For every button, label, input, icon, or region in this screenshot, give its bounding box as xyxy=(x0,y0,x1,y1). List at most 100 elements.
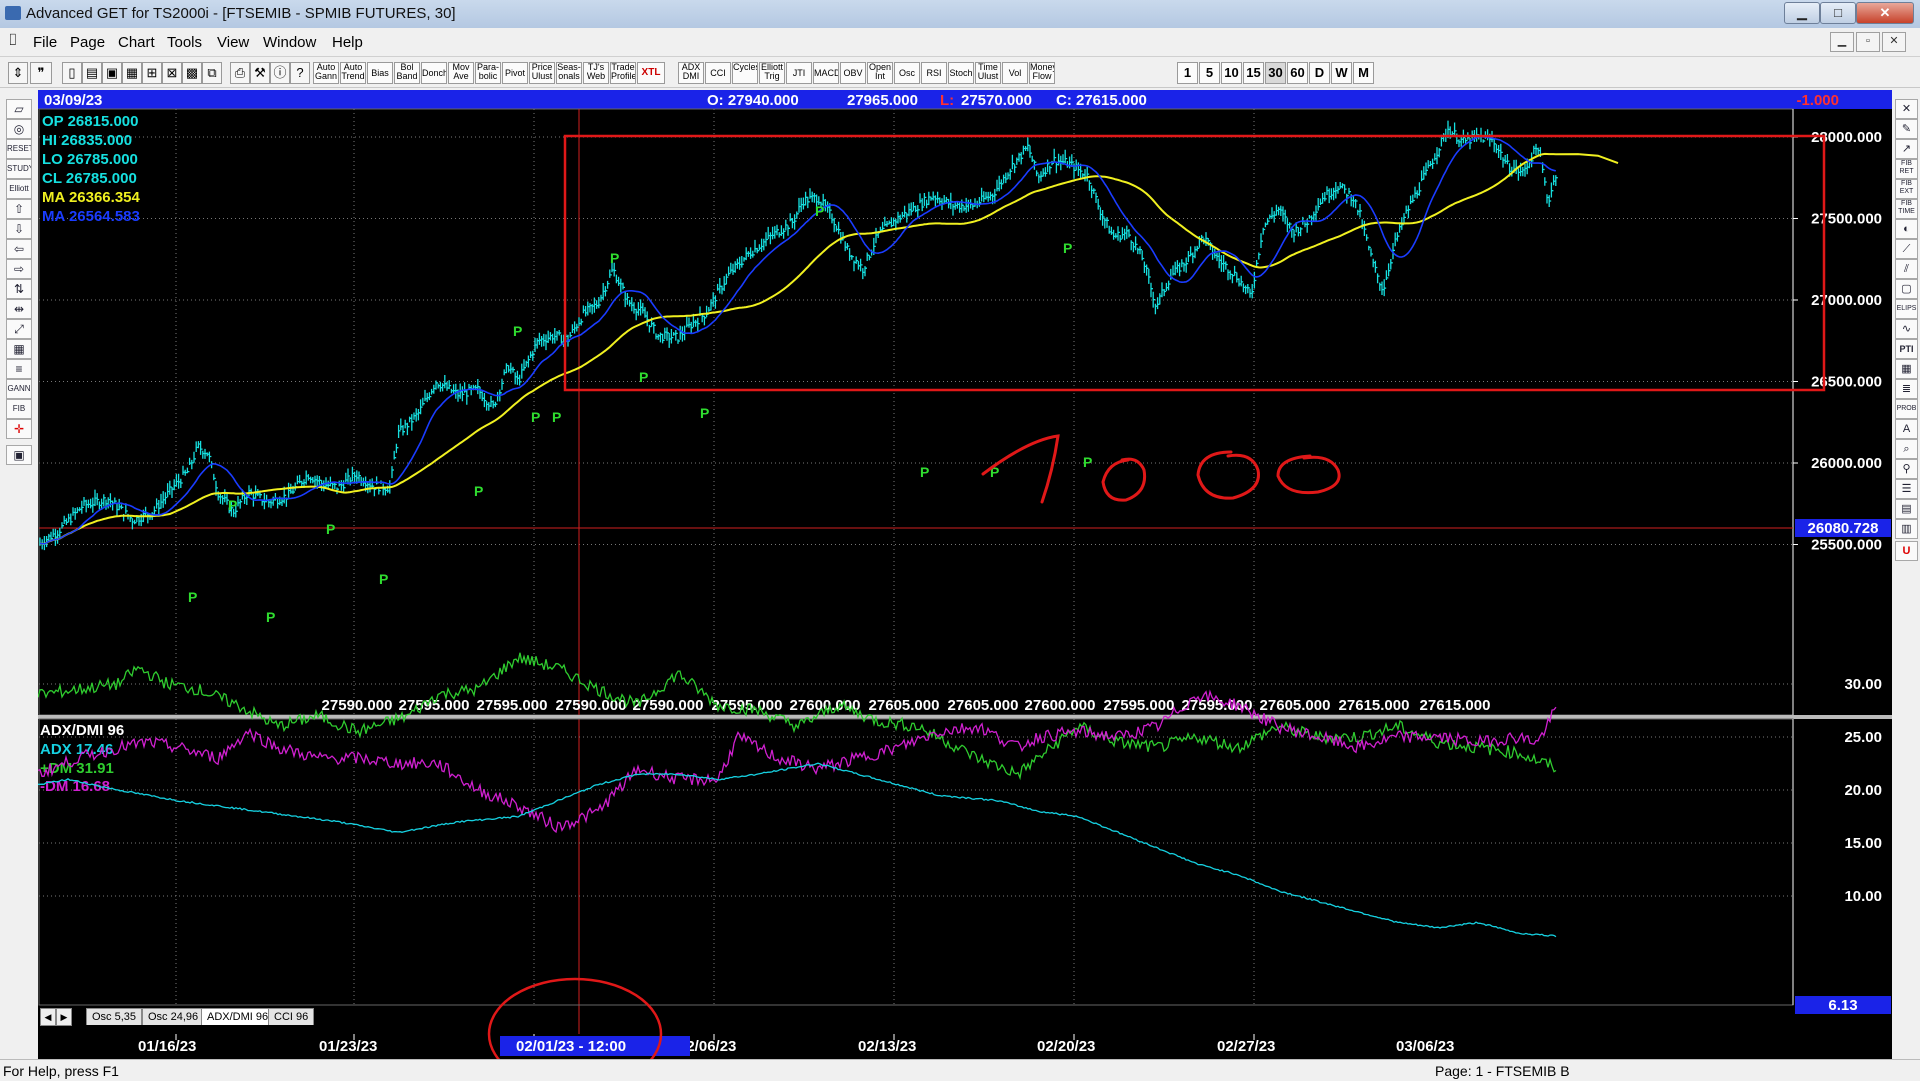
open-folder-icon[interactable]: ▱ xyxy=(6,99,32,119)
study-button-cci[interactable]: CCI xyxy=(705,62,731,84)
period-button-m[interactable]: M xyxy=(1353,62,1374,84)
study-button-money-flow[interactable]: Money Flow xyxy=(1029,62,1055,84)
mdi-close-button[interactable]: ✕ xyxy=(1882,32,1906,52)
arrow-up-icon[interactable]: ⇧ xyxy=(6,199,32,219)
fib-retracement-icon[interactable]: FIB RET xyxy=(1895,159,1918,179)
crosshair-icon[interactable]: ✛ xyxy=(6,419,32,439)
study-button-mov-ave[interactable]: Mov Ave xyxy=(448,62,474,84)
study-button-macd[interactable]: MACD xyxy=(813,62,839,84)
circle-tool-icon[interactable]: ◐ xyxy=(1895,219,1918,239)
study-icon[interactable]: STUDY xyxy=(6,159,32,179)
lines-icon[interactable]: ≣ xyxy=(1895,379,1918,399)
study-button-obv[interactable]: OBV xyxy=(840,62,866,84)
menu-page[interactable]: Page xyxy=(70,34,105,51)
period-button-30[interactable]: 30 xyxy=(1265,62,1286,84)
study-button-seas-onals[interactable]: Seas-onals xyxy=(556,62,582,84)
arrow-left-icon[interactable]: ⇦ xyxy=(6,239,32,259)
study-button-bias[interactable]: Bias xyxy=(367,62,393,84)
reset-icon[interactable]: RESET xyxy=(6,139,32,159)
quote-icon[interactable]: ❞ xyxy=(30,62,52,84)
arrow-right-icon[interactable]: ⇨ xyxy=(6,259,32,279)
period-button-5[interactable]: 5 xyxy=(1199,62,1220,84)
list-tool-icon[interactable]: ☰ xyxy=(1895,479,1918,499)
minimize-button[interactable]: ▁ xyxy=(1784,2,1820,24)
period-button-15[interactable]: 15 xyxy=(1243,62,1264,84)
study-button-auto-gann[interactable]: Auto Gann xyxy=(313,62,339,84)
maximize-button[interactable]: □ xyxy=(1820,2,1856,24)
menu-tools[interactable]: Tools xyxy=(167,34,202,51)
app-icon[interactable] xyxy=(5,6,21,20)
tab-osc-5-35[interactable]: Osc 5,35 xyxy=(86,1008,143,1025)
split-icon[interactable]: ⇅ xyxy=(6,279,32,299)
table-icon[interactable]: ▦ xyxy=(6,339,32,359)
study-button-para-bolic[interactable]: Para-bolic xyxy=(475,62,501,84)
study-button-bol-band[interactable]: Bol Band xyxy=(394,62,420,84)
tab-next-button[interactable]: ▶ xyxy=(56,1008,72,1026)
delete-icon[interactable]: ⊠ xyxy=(162,62,182,84)
menu-chart[interactable]: Chart xyxy=(118,34,155,51)
pencil-tool-icon[interactable]: ✎ xyxy=(1895,119,1918,139)
magnet-icon[interactable]: U xyxy=(1895,541,1918,561)
tab-adx-dmi-96[interactable]: ADX/DMI 96 xyxy=(201,1008,275,1025)
mdi-restore-button[interactable]: ▫ xyxy=(1856,32,1880,52)
text-tool-icon[interactable]: A xyxy=(1895,419,1918,439)
wave-tool-icon[interactable]: ∿ xyxy=(1895,319,1918,339)
study-button-pivot[interactable]: Pivot xyxy=(502,62,528,84)
study-button-jti[interactable]: JTI xyxy=(786,62,812,84)
study-button-osc[interactable]: Osc xyxy=(894,62,920,84)
cross-tool-icon[interactable]: ✕ xyxy=(1895,99,1918,119)
ellipse-tool-icon[interactable]: ◎ xyxy=(6,119,32,139)
fib-extension-icon[interactable]: FIB EXT xyxy=(1895,179,1918,199)
study-button-auto-trend[interactable]: Auto Trend xyxy=(340,62,366,84)
open-chart-icon[interactable]: ▣ xyxy=(102,62,122,84)
study-button-vol[interactable]: Vol xyxy=(1002,62,1028,84)
menu-file[interactable]: File xyxy=(33,34,57,51)
menu-help[interactable]: Help xyxy=(332,34,363,51)
channel-tool-icon[interactable]: ⫽ xyxy=(1895,259,1918,279)
mdi-minimize-button[interactable]: ▁ xyxy=(1830,32,1854,52)
zoom-tool-icon[interactable]: ⌕ xyxy=(1895,439,1918,459)
study-button-xtl[interactable]: XTL xyxy=(637,62,665,84)
tab-prev-button[interactable]: ◀ xyxy=(40,1008,56,1026)
study-button-donch[interactable]: Donch xyxy=(421,62,447,84)
prob-icon[interactable]: PROB xyxy=(1895,399,1918,419)
fan-tool-icon[interactable]: ⟋ xyxy=(1895,239,1918,259)
snapshot-icon[interactable]: ▣ xyxy=(6,445,32,465)
expand-icon[interactable]: ⤢ xyxy=(6,319,32,339)
arrow-down-icon[interactable]: ⇩ xyxy=(6,219,32,239)
chart-window[interactable]: 03/09/23 O: 27940.000 27965.000 L: 27570… xyxy=(38,90,1892,1060)
new-page-icon[interactable]: ▯ xyxy=(62,62,82,84)
tab-cci-96[interactable]: CCI 96 xyxy=(268,1008,315,1025)
study-button-tj-s-web[interactable]: TJ's Web xyxy=(583,62,609,84)
elliott-icon[interactable]: Elliott xyxy=(6,179,32,199)
new-chart-icon[interactable]: ▤ xyxy=(82,62,102,84)
hint-icon[interactable]: ⓘ xyxy=(270,62,290,84)
period-button-60[interactable]: 60 xyxy=(1287,62,1308,84)
ray-tool-icon[interactable]: ↗ xyxy=(1895,139,1918,159)
chart-canvas[interactable]: 03/09/23 O: 27940.000 27965.000 L: 27570… xyxy=(38,90,1892,1060)
study-button-adx-dmi[interactable]: ADX DMI xyxy=(678,62,704,84)
gann-icon[interactable]: GANN xyxy=(6,379,32,399)
tools-icon[interactable]: ⚒ xyxy=(250,62,270,84)
pti-icon[interactable]: PTI xyxy=(1895,339,1918,359)
study-button-trade-profile[interactable]: Trade Profile xyxy=(610,62,636,84)
calc-tool-icon[interactable]: ▤ xyxy=(1895,499,1918,519)
mdi-doc-icon[interactable]: ⌷ xyxy=(8,32,18,50)
fib-time-icon[interactable]: FIB TIME xyxy=(1895,199,1918,219)
lines-tool-icon[interactable]: ≡ xyxy=(6,359,32,379)
study-button-stoch[interactable]: Stoch xyxy=(948,62,974,84)
tab-osc-24-96[interactable]: Osc 24,96 xyxy=(142,1008,205,1025)
study-button-open-int[interactable]: Open Int xyxy=(867,62,893,84)
context-help-icon[interactable]: ? xyxy=(290,62,310,84)
grid-icon[interactable]: ▩ xyxy=(182,62,202,84)
menu-view[interactable]: View xyxy=(217,34,249,51)
period-button-w[interactable]: W xyxy=(1331,62,1352,84)
notes-tool-icon[interactable]: ▥ xyxy=(1895,519,1918,539)
close-button[interactable]: ✕ xyxy=(1856,2,1914,24)
compress-icon[interactable]: ⇹ xyxy=(6,299,32,319)
study-button-elliott-trig[interactable]: Elliott Trig xyxy=(759,62,785,84)
tile-icon[interactable]: ⊞ xyxy=(142,62,162,84)
print-icon[interactable]: ⎙ xyxy=(230,62,250,84)
period-button-d[interactable]: D xyxy=(1309,62,1330,84)
layout-icon[interactable]: ▦ xyxy=(122,62,142,84)
